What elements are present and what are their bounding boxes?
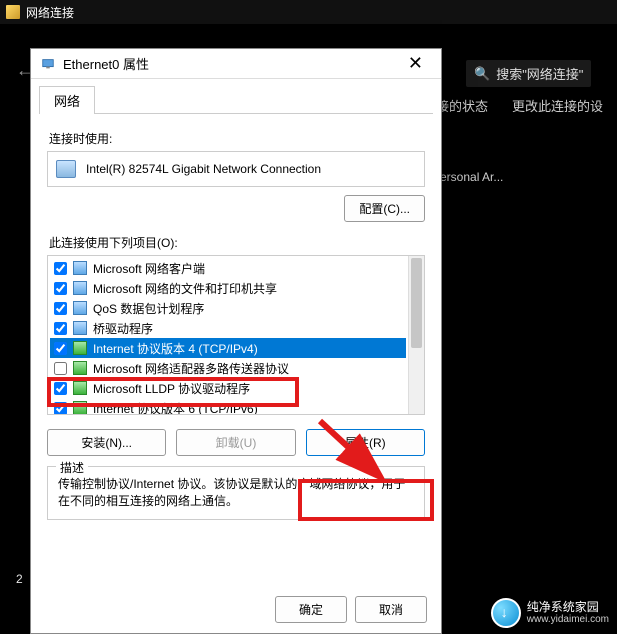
protocol-icon <box>73 301 87 315</box>
protocol-item[interactable]: QoS 数据包计划程序 <box>50 298 406 318</box>
parent-command-bar: 接的状态 更改此连接的设 <box>436 96 617 115</box>
search-icon: 🔍 <box>474 66 490 82</box>
ethernet-properties-dialog: Ethernet0 属性 ✕ 网络 连接时使用: Intel(R) 82574L… <box>30 48 442 634</box>
protocol-label: Microsoft LLDP 协议驱动程序 <box>93 380 250 397</box>
tab-panel: 连接时使用: Intel(R) 82574L Gigabit Network C… <box>39 113 433 528</box>
protocol-checkbox[interactable] <box>54 402 67 415</box>
search-placeholder: 搜索"网络连接" <box>496 64 583 83</box>
protocol-checkbox[interactable] <box>54 342 67 355</box>
protocol-icon <box>73 361 87 375</box>
status-count: 2 <box>16 572 23 586</box>
close-button[interactable]: ✕ <box>400 53 431 74</box>
items-label: 此连接使用下列项目(O): <box>49 234 425 251</box>
search-box[interactable]: 🔍 搜索"网络连接" <box>466 60 591 87</box>
protocol-icon <box>73 401 87 415</box>
protocol-label: Microsoft 网络的文件和打印机共享 <box>93 280 277 297</box>
adapter-name: Intel(R) 82574L Gigabit Network Connecti… <box>86 162 321 176</box>
protocol-item[interactable]: Microsoft 网络客户端 <box>50 258 406 278</box>
protocol-label: Internet 协议版本 4 (TCP/IPv4) <box>93 340 258 357</box>
protocol-checkbox[interactable] <box>54 362 67 375</box>
install-button[interactable]: 安装(N)... <box>47 429 166 456</box>
adapter-name-truncated: ersonal Ar... <box>440 170 503 184</box>
dialog-titlebar: Ethernet0 属性 ✕ <box>31 49 441 79</box>
protocol-checkbox[interactable] <box>54 322 67 335</box>
folder-icon <box>6 5 20 19</box>
protocol-label: Internet 协议版本 6 (TCP/IPv6) <box>93 400 258 416</box>
protocol-item[interactable]: Microsoft 网络适配器多路传送器协议 <box>50 358 406 378</box>
protocol-item[interactable]: Microsoft LLDP 协议驱动程序 <box>50 378 406 398</box>
adapter-icon <box>41 57 55 71</box>
protocol-icon <box>73 381 87 395</box>
protocol-icon <box>73 281 87 295</box>
link-change-settings[interactable]: 更改此连接的设 <box>512 96 603 115</box>
tab-network[interactable]: 网络 <box>39 86 95 114</box>
ok-button[interactable]: 确定 <box>275 596 347 623</box>
protocol-label: QoS 数据包计划程序 <box>93 300 204 317</box>
protocol-icon <box>73 321 87 335</box>
protocol-list[interactable]: Microsoft 网络客户端 Microsoft 网络的文件和打印机共享 QoS … <box>47 255 425 415</box>
dialog-title: Ethernet0 属性 <box>63 54 149 73</box>
uninstall-button[interactable]: 卸载(U) <box>176 429 295 456</box>
description-text: 传输控制协议/Internet 协议。该协议是默认的广域网络协议，用于在不同的相… <box>58 475 414 509</box>
protocol-checkbox[interactable] <box>54 302 67 315</box>
watermark-title: 纯净系统家园 <box>527 601 609 614</box>
scrollbar[interactable] <box>408 256 424 414</box>
protocol-label: Microsoft 网络适配器多路传送器协议 <box>93 360 289 377</box>
scroll-thumb[interactable] <box>411 258 422 348</box>
protocol-item[interactable]: Microsoft 网络的文件和打印机共享 <box>50 278 406 298</box>
watermark-logo-icon <box>491 598 521 628</box>
protocol-item[interactable]: Internet 协议版本 6 (TCP/IPv6) <box>50 398 406 415</box>
properties-button[interactable]: 属性(R) <box>306 429 425 456</box>
protocol-checkbox[interactable] <box>54 382 67 395</box>
tab-strip: 网络 <box>31 79 441 113</box>
protocol-icon <box>73 261 87 275</box>
parent-titlebar: 网络连接 <box>0 0 617 24</box>
watermark-url: www.yidaimei.com <box>527 614 609 625</box>
protocol-label: Microsoft 网络客户端 <box>93 260 205 277</box>
parent-title: 网络连接 <box>26 4 74 21</box>
protocol-item[interactable]: Internet 协议版本 4 (TCP/IPv4) <box>50 338 406 358</box>
protocol-checkbox[interactable] <box>54 282 67 295</box>
description-group: 描述 传输控制协议/Internet 协议。该协议是默认的广域网络协议，用于在不… <box>47 466 425 520</box>
description-legend: 描述 <box>56 459 88 476</box>
protocol-checkbox[interactable] <box>54 262 67 275</box>
connect-using-label: 连接时使用: <box>49 130 425 147</box>
link-status[interactable]: 接的状态 <box>436 96 488 115</box>
protocol-item[interactable]: 桥驱动程序 <box>50 318 406 338</box>
protocol-icon <box>73 341 87 355</box>
watermark: 纯净系统家园 www.yidaimei.com <box>491 598 609 628</box>
cancel-button[interactable]: 取消 <box>355 596 427 623</box>
configure-button[interactable]: 配置(C)... <box>344 195 425 222</box>
nic-icon <box>56 160 76 178</box>
protocol-label: 桥驱动程序 <box>93 320 153 337</box>
adapter-box: Intel(R) 82574L Gigabit Network Connecti… <box>47 151 425 187</box>
